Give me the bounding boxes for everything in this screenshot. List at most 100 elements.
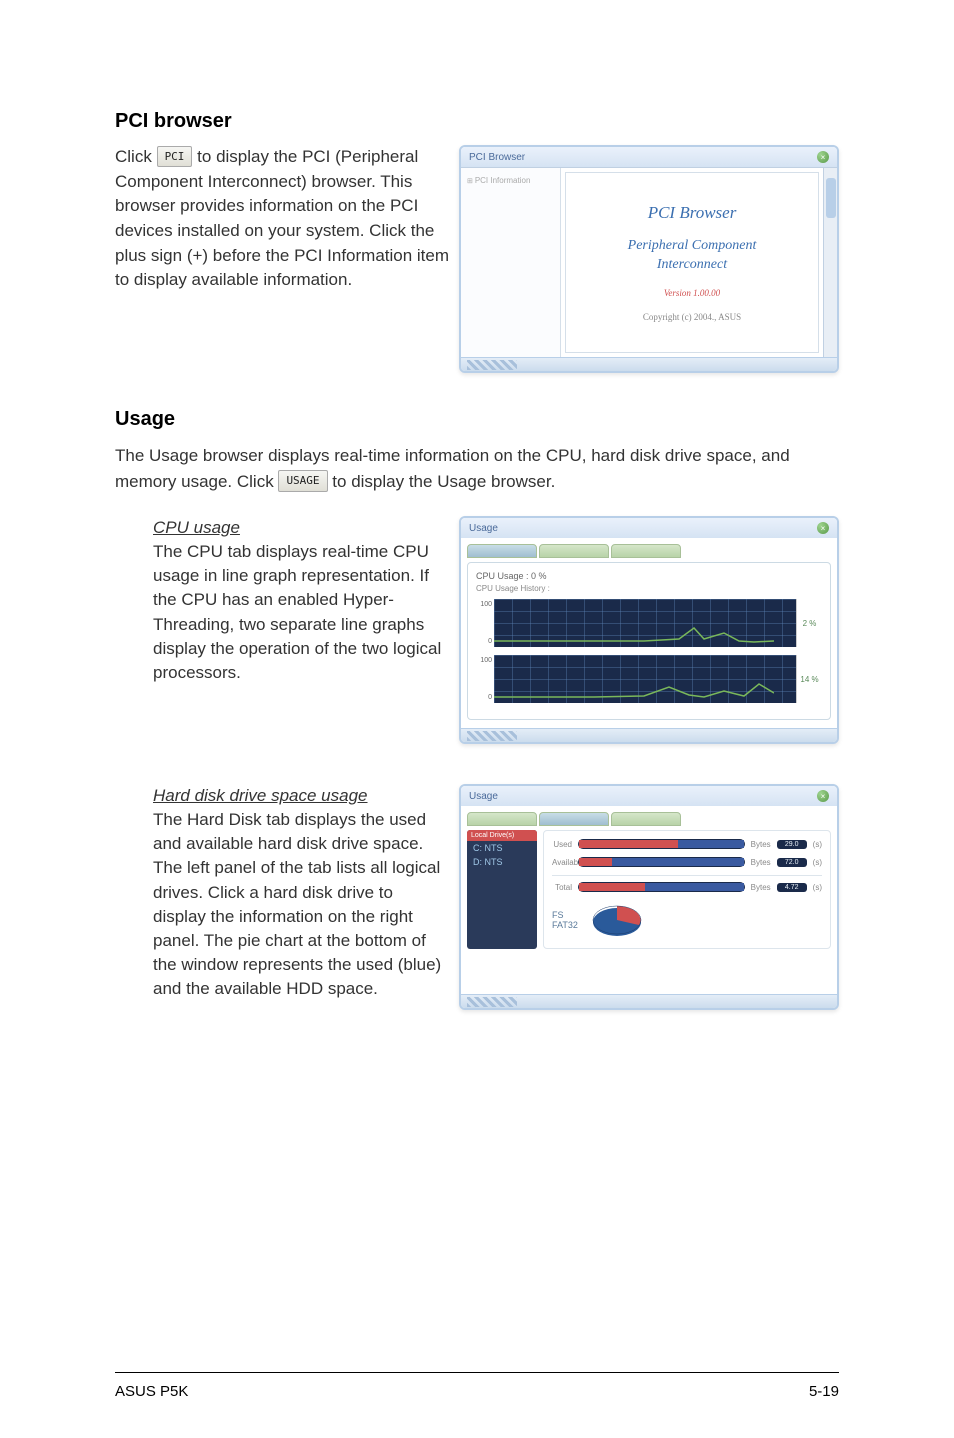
total-label: Total	[552, 883, 572, 892]
total-pct: 4.72	[777, 883, 807, 892]
page-footer: ASUS P5K 5-19	[115, 1372, 839, 1400]
hdd-window-body: Local Drive(s) C: NTS D: NTS Used Bytes …	[461, 806, 837, 994]
pci-copyright: Copyright (c) 2004., ASUS	[643, 312, 741, 322]
avail-suffix: (s)	[813, 858, 822, 867]
footer-right: 5-19	[809, 1383, 839, 1400]
tab-cpu[interactable]	[467, 544, 537, 558]
window-footer	[461, 728, 837, 742]
hdd-pie-row: FS FAT32	[552, 900, 822, 940]
avail-label: Available	[552, 858, 572, 867]
used-label: Used	[552, 840, 572, 849]
cpu-tabs	[467, 544, 831, 558]
hdd-body: The Hard Disk tab displays the used and …	[153, 810, 441, 998]
cpu-yaxis-1: 100 0	[476, 599, 494, 647]
cpu-inner-panel: CPU Usage : 0 % CPU Usage History : 100 …	[467, 562, 831, 720]
tick-0: 0	[478, 638, 492, 645]
used-unit: Bytes	[751, 840, 771, 849]
subsection-cpu: CPU usage The CPU tab displays real-time…	[115, 516, 839, 744]
subsection-hdd: Hard disk drive space usage The Hard Dis…	[115, 784, 839, 1010]
resize-grip-icon[interactable]	[467, 360, 517, 370]
cpu-text: CPU usage The CPU tab displays real-time…	[115, 516, 459, 685]
usage-intro: The Usage browser displays real-time inf…	[115, 443, 839, 494]
hdd-avail-row: Available Bytes 72.0 (s)	[552, 857, 822, 867]
cpu-graph-2: 100 0 14 %	[476, 655, 822, 703]
fs-value: FAT32	[552, 920, 578, 930]
footer-left: ASUS P5K	[115, 1383, 188, 1400]
pci-main-panel: PCI Browser Peripheral ComponentIntercon…	[565, 172, 819, 353]
hdd-text: Hard disk drive space usage The Hard Dis…	[115, 784, 459, 1001]
hdd-total-row: Total Bytes 4.72 (s)	[552, 882, 822, 892]
pci-window-titlebar: PCI Browser ×	[461, 147, 837, 167]
drive-c[interactable]: C: NTS	[467, 841, 537, 855]
hdd-inner-panel: Local Drive(s) C: NTS D: NTS Used Bytes …	[467, 830, 831, 949]
pci-text: Click PCI to display the PCI (Peripheral…	[115, 145, 459, 293]
pci-tree-sidebar[interactable]: ⊞ PCI Information	[461, 168, 561, 357]
pci-window-image: PCI Browser × ⊞ PCI Information PCI Brow…	[459, 145, 839, 373]
usage-icon-button[interactable]: USAGE	[278, 470, 327, 492]
fs-info: FS FAT32	[552, 910, 578, 930]
hdd-drive-list: Local Drive(s) C: NTS D: NTS	[467, 830, 537, 949]
close-icon[interactable]: ×	[817, 790, 829, 802]
pci-window-body: ⊞ PCI Information PCI Browser Peripheral…	[461, 167, 837, 357]
cpu-window-titlebar: Usage ×	[461, 518, 837, 538]
tab-memory[interactable]	[611, 812, 681, 826]
used-suffix: (s)	[813, 840, 822, 849]
cpu-yaxis-2: 100 0	[476, 655, 494, 703]
resize-grip-icon[interactable]	[467, 731, 517, 741]
cpu-window-title: Usage	[469, 523, 498, 534]
used-bar	[578, 839, 745, 849]
hdd-main-panel: Used Bytes 29.0 (s) Available	[543, 830, 831, 949]
avail-bar	[578, 857, 745, 867]
pci-window-title: PCI Browser	[469, 152, 525, 163]
cpu-body: The CPU tab displays real-time CPU usage…	[153, 542, 441, 682]
heading-usage: Usage	[115, 408, 839, 431]
heading-pci: PCI browser	[115, 110, 839, 133]
hdd-used-row: Used Bytes 29.0 (s)	[552, 839, 822, 849]
cpu-usage-label: CPU Usage : 0 %	[476, 571, 822, 581]
cpu-heading: CPU usage	[153, 518, 240, 537]
hdd-heading: Hard disk drive space usage	[153, 786, 368, 805]
resize-grip-icon[interactable]	[467, 997, 517, 1007]
tick-100-b: 100	[478, 657, 492, 664]
tab-hdd[interactable]	[539, 812, 609, 826]
avail-unit: Bytes	[751, 858, 771, 867]
hdd-tabs	[467, 812, 831, 826]
cpu-pct-2: 14 %	[796, 655, 822, 703]
cpu-graph-1: 100 0 2 %	[476, 599, 822, 647]
tick-100: 100	[478, 601, 492, 608]
fs-label: FS	[552, 910, 564, 920]
used-pct: 29.0	[777, 840, 807, 849]
pci-body-pre: Click	[115, 147, 157, 166]
close-icon[interactable]: ×	[817, 151, 829, 163]
tab-cpu[interactable]	[467, 812, 537, 826]
pie-chart-icon	[590, 900, 645, 940]
avail-pct: 72.0	[777, 858, 807, 867]
tick-0-b: 0	[478, 694, 492, 701]
cpu-grid-2	[494, 655, 796, 703]
cpu-window-image: Usage × CPU Usage : 0 % CPU Usage Histor…	[459, 516, 839, 744]
divider	[552, 875, 822, 876]
drive-d[interactable]: D: NTS	[467, 855, 537, 869]
tab-memory[interactable]	[611, 544, 681, 558]
pci-version: Version 1.00.00	[664, 288, 720, 298]
section-pci: Click PCI to display the PCI (Peripheral…	[115, 145, 839, 373]
hdd-window-title: Usage	[469, 791, 498, 802]
scrollbar[interactable]	[823, 168, 837, 357]
pci-tree-item[interactable]: PCI Information	[475, 176, 531, 185]
usage-intro-post: to display the Usage browser.	[332, 472, 555, 491]
pci-window: PCI Browser × ⊞ PCI Information PCI Brow…	[459, 145, 839, 373]
total-bar	[578, 882, 745, 892]
pci-main-subtitle: Peripheral ComponentInterconnect	[628, 237, 757, 273]
close-icon[interactable]: ×	[817, 522, 829, 534]
total-suffix: (s)	[813, 883, 822, 892]
tab-hdd[interactable]	[539, 544, 609, 558]
hdd-window-image: Usage × Local Drive(s) C: NTS D: NTS	[459, 784, 839, 1010]
cpu-window: Usage × CPU Usage : 0 % CPU Usage Histor…	[459, 516, 839, 744]
cpu-grid-1	[494, 599, 796, 647]
cpu-history-label: CPU Usage History :	[476, 584, 822, 593]
hdd-list-header: Local Drive(s)	[467, 830, 537, 841]
pci-icon-button[interactable]: PCI	[157, 146, 193, 167]
window-footer	[461, 357, 837, 371]
hdd-window-titlebar: Usage ×	[461, 786, 837, 806]
total-unit: Bytes	[751, 883, 771, 892]
